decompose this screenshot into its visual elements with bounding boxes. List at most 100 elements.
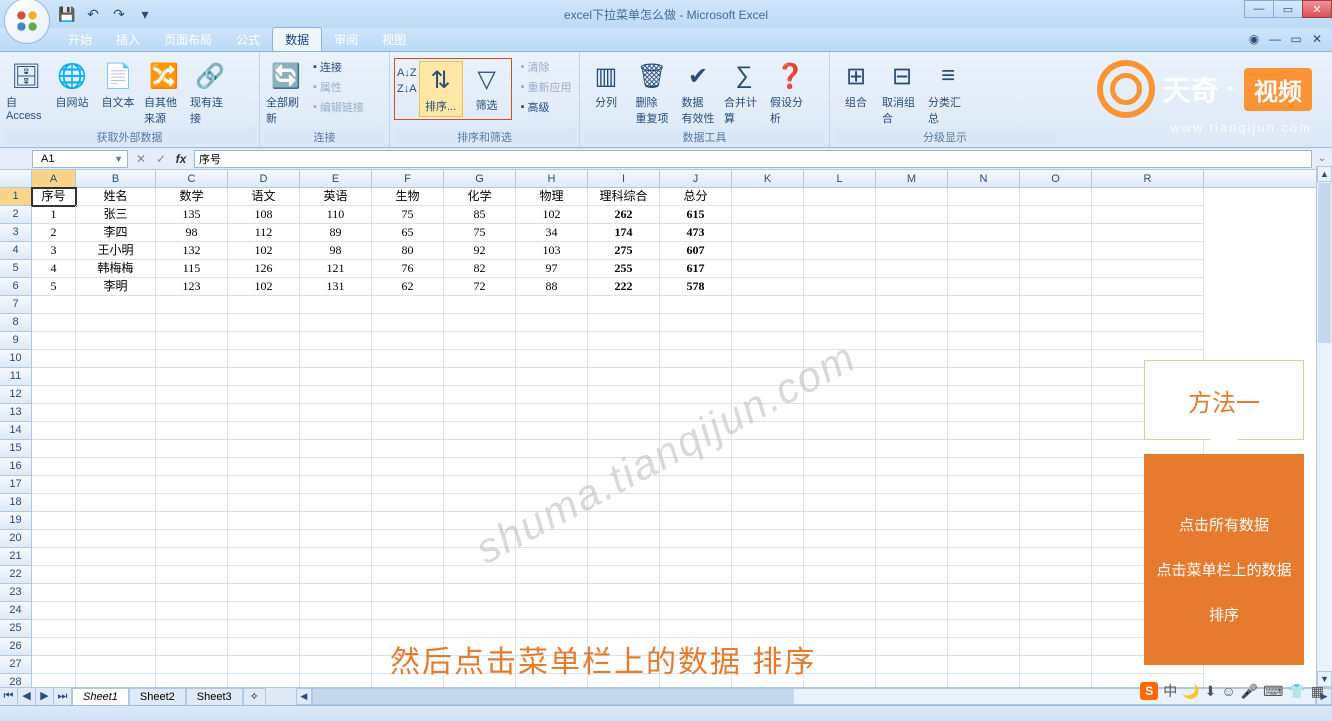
cell[interactable] bbox=[516, 476, 588, 494]
cell[interactable] bbox=[948, 476, 1020, 494]
cell[interactable] bbox=[1020, 368, 1092, 386]
cell[interactable] bbox=[372, 530, 444, 548]
cell[interactable] bbox=[32, 296, 76, 314]
col-header-O[interactable]: O bbox=[1020, 170, 1092, 187]
cell[interactable]: 5 bbox=[32, 278, 76, 296]
cell[interactable] bbox=[444, 566, 516, 584]
sheet-tab[interactable]: Sheet1 bbox=[72, 688, 129, 705]
scroll-up-icon[interactable]: ▲ bbox=[1317, 166, 1332, 182]
cell[interactable] bbox=[588, 422, 660, 440]
close-button[interactable]: ✕ bbox=[1302, 0, 1332, 18]
cell[interactable]: 102 bbox=[228, 242, 300, 260]
cell[interactable] bbox=[660, 422, 732, 440]
cell[interactable] bbox=[228, 422, 300, 440]
cell[interactable] bbox=[1020, 620, 1092, 638]
filter-item-2[interactable]: ▪高级 bbox=[518, 98, 575, 116]
cell[interactable] bbox=[156, 386, 228, 404]
cell[interactable] bbox=[444, 296, 516, 314]
cell[interactable] bbox=[588, 404, 660, 422]
cell[interactable] bbox=[660, 512, 732, 530]
cell[interactable]: 121 bbox=[300, 260, 372, 278]
row-header[interactable]: 26 bbox=[0, 638, 32, 656]
cell[interactable] bbox=[444, 332, 516, 350]
cell[interactable] bbox=[300, 584, 372, 602]
cell[interactable] bbox=[732, 260, 804, 278]
cell[interactable] bbox=[300, 530, 372, 548]
cell[interactable]: 王小明 bbox=[76, 242, 156, 260]
row-header[interactable]: 7 bbox=[0, 296, 32, 314]
ribbon-tab-5[interactable]: 审阅 bbox=[322, 28, 370, 51]
cell[interactable] bbox=[1020, 386, 1092, 404]
cell[interactable] bbox=[876, 386, 948, 404]
cell[interactable] bbox=[876, 602, 948, 620]
cell[interactable] bbox=[444, 494, 516, 512]
cell[interactable] bbox=[444, 350, 516, 368]
row-header[interactable]: 25 bbox=[0, 620, 32, 638]
cell[interactable] bbox=[876, 404, 948, 422]
cell[interactable] bbox=[588, 332, 660, 350]
cell[interactable] bbox=[804, 332, 876, 350]
cell[interactable] bbox=[876, 350, 948, 368]
cell[interactable] bbox=[76, 368, 156, 386]
cell[interactable] bbox=[732, 476, 804, 494]
cell[interactable] bbox=[660, 440, 732, 458]
cell[interactable] bbox=[732, 206, 804, 224]
cell[interactable] bbox=[948, 386, 1020, 404]
cell[interactable] bbox=[300, 494, 372, 512]
cell[interactable] bbox=[948, 296, 1020, 314]
cell[interactable] bbox=[156, 368, 228, 386]
cell[interactable] bbox=[156, 566, 228, 584]
cell[interactable] bbox=[588, 494, 660, 512]
cell[interactable] bbox=[660, 350, 732, 368]
cell[interactable] bbox=[588, 368, 660, 386]
cell[interactable] bbox=[948, 422, 1020, 440]
cell[interactable] bbox=[156, 530, 228, 548]
cell[interactable]: 578 bbox=[660, 278, 732, 296]
cell[interactable] bbox=[804, 548, 876, 566]
cell[interactable] bbox=[228, 584, 300, 602]
cell[interactable] bbox=[444, 530, 516, 548]
cell[interactable] bbox=[660, 368, 732, 386]
cell[interactable] bbox=[300, 476, 372, 494]
cell[interactable] bbox=[948, 332, 1020, 350]
minimize-button[interactable]: — bbox=[1244, 0, 1274, 18]
cell[interactable] bbox=[948, 566, 1020, 584]
cell[interactable]: 65 bbox=[372, 224, 444, 242]
cell[interactable] bbox=[32, 350, 76, 368]
col-header-A[interactable]: A bbox=[32, 170, 76, 187]
row-header[interactable]: 19 bbox=[0, 512, 32, 530]
cell[interactable] bbox=[948, 584, 1020, 602]
cell[interactable] bbox=[372, 584, 444, 602]
save-icon[interactable]: 💾 bbox=[56, 3, 78, 25]
cell[interactable]: 102 bbox=[516, 206, 588, 224]
cell[interactable] bbox=[948, 530, 1020, 548]
cell[interactable] bbox=[660, 386, 732, 404]
cell[interactable] bbox=[1020, 548, 1092, 566]
cell[interactable] bbox=[156, 404, 228, 422]
cell[interactable] bbox=[76, 386, 156, 404]
cell[interactable]: 75 bbox=[444, 224, 516, 242]
down-icon[interactable]: ⬇ bbox=[1205, 683, 1217, 700]
cell[interactable] bbox=[1020, 278, 1092, 296]
cell[interactable] bbox=[76, 512, 156, 530]
cell[interactable] bbox=[228, 530, 300, 548]
cell[interactable] bbox=[804, 404, 876, 422]
cell[interactable]: 80 bbox=[372, 242, 444, 260]
cell[interactable] bbox=[732, 404, 804, 422]
cell[interactable] bbox=[732, 386, 804, 404]
row-header[interactable]: 9 bbox=[0, 332, 32, 350]
cell[interactable] bbox=[660, 566, 732, 584]
cell[interactable] bbox=[444, 512, 516, 530]
cell[interactable] bbox=[660, 530, 732, 548]
cell[interactable]: 89 bbox=[300, 224, 372, 242]
cell[interactable] bbox=[1092, 260, 1204, 278]
cell[interactable]: 115 bbox=[156, 260, 228, 278]
cell[interactable] bbox=[300, 422, 372, 440]
cell[interactable] bbox=[876, 368, 948, 386]
cell[interactable] bbox=[732, 584, 804, 602]
cell[interactable] bbox=[516, 494, 588, 512]
cell[interactable] bbox=[76, 530, 156, 548]
cell[interactable] bbox=[1020, 224, 1092, 242]
cell[interactable] bbox=[1020, 296, 1092, 314]
cell[interactable]: 姓名 bbox=[76, 188, 156, 206]
